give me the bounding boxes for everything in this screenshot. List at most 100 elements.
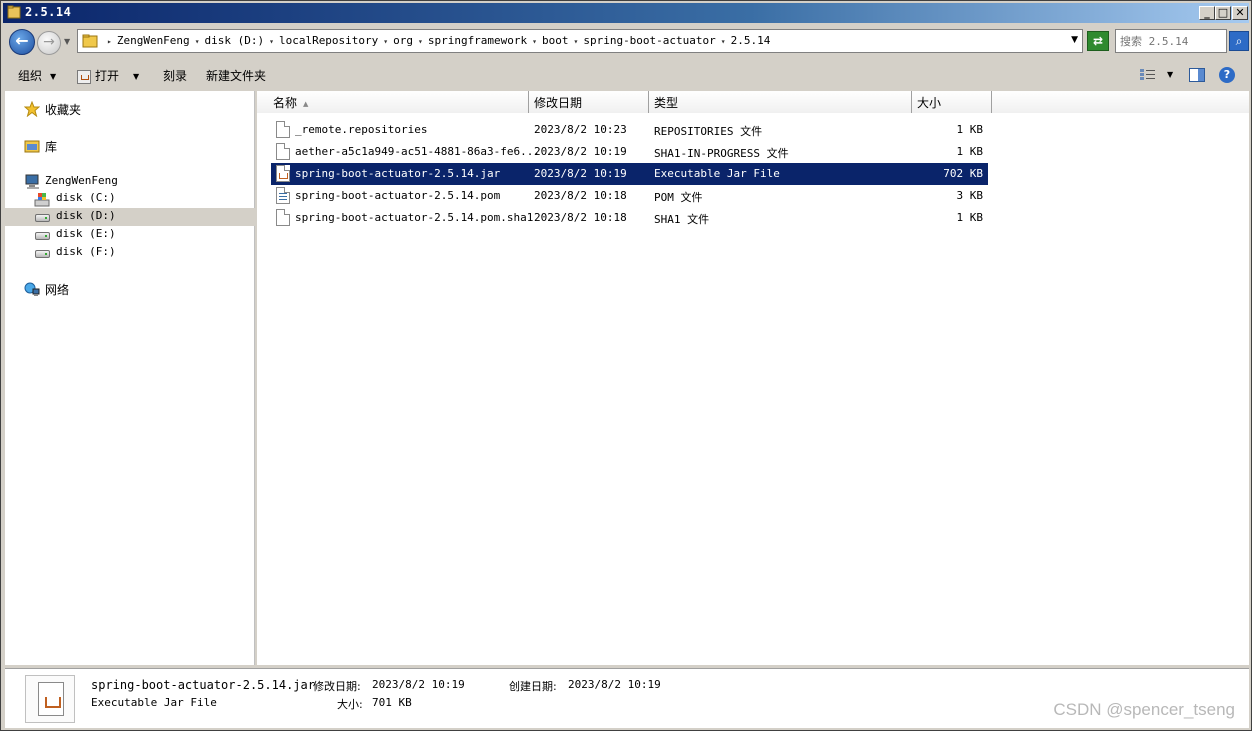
sidebar-item-label: disk (C:) (56, 191, 116, 204)
file-name: spring-boot-actuator-2.5.14.jar (295, 167, 501, 180)
file-modified: 2023/8/2 10:18 (534, 189, 627, 202)
sidebar-item-drive[interactable]: disk (E:) (5, 226, 255, 244)
refresh-button[interactable]: ⇄ (1087, 31, 1109, 51)
file-size: 1 KB (956, 211, 984, 224)
recent-pages-chevron-down-icon[interactable]: ▼ (64, 35, 74, 49)
breadcrumb-chevron-icon[interactable]: ▾ (418, 37, 423, 46)
sidebar-item-favorites[interactable]: 收藏夹 (5, 100, 255, 118)
window-title: 2.5.14 (25, 5, 72, 19)
sidebar-item-label: disk (D:) (56, 209, 116, 222)
details-created-value: 2023/8/2 10:19 (568, 678, 661, 691)
file-modified: 2023/8/2 10:18 (534, 211, 627, 224)
breadcrumb-item[interactable]: org (393, 34, 413, 47)
drive-icon (35, 214, 50, 222)
breadcrumb-chevron-icon[interactable]: ▾ (383, 37, 388, 46)
open-with-chevron-down-icon[interactable]: ▼ (133, 72, 139, 81)
file-type: SHA1 文件 (654, 213, 710, 226)
file-modified: 2023/8/2 10:19 (534, 145, 627, 158)
open-button[interactable]: 打开 ▼ (77, 67, 139, 84)
breadcrumb-chevron-icon[interactable]: ▾ (269, 37, 274, 46)
breadcrumb-chevron-icon[interactable]: ▾ (574, 37, 579, 46)
view-options-icon[interactable] (1139, 68, 1157, 82)
command-bar: 组织 ▼ 打开 ▼ 刻录 新建文件夹 ▼ ? (3, 61, 1249, 89)
maximize-button[interactable]: □ (1215, 6, 1231, 20)
breadcrumb-chevron-icon[interactable]: ▾ (721, 37, 726, 46)
file-list: 名称 ▲ 修改日期 类型 大小 _remote.repositories 2023… (257, 91, 1249, 665)
file-size: 1 KB (956, 123, 984, 136)
close-button[interactable]: ✕ (1232, 6, 1248, 20)
title-bar[interactable]: 2.5.14 _ □ ✕ (3, 3, 1249, 23)
view-chevron-down-icon[interactable]: ▼ (1167, 70, 1173, 79)
breadcrumb-chevron-icon[interactable]: ▾ (195, 37, 200, 46)
sidebar-item-drive[interactable]: disk (C:) (5, 190, 255, 208)
sidebar-item-label: disk (E:) (56, 227, 116, 240)
breadcrumb-chevron-icon[interactable]: ▾ (532, 37, 537, 46)
navigation-pane: 收藏夹 库 ZengWenFeng disk (C:) disk (D:) di… (5, 91, 255, 665)
details-pane: spring-boot-actuator-2.5.14.jar 修改日期: 20… (5, 668, 1249, 728)
search-box[interactable] (1115, 29, 1227, 53)
search-icon[interactable]: ⌕ (1229, 31, 1249, 51)
sidebar-item-drive[interactable]: disk (D:) (5, 208, 255, 226)
breadcrumb-item[interactable]: springframework (428, 34, 527, 47)
column-size[interactable]: 大小 (912, 91, 992, 113)
address-history-chevron-down-icon[interactable]: ▼ (1071, 35, 1078, 45)
details-filename: spring-boot-actuator-2.5.14.jar (91, 678, 315, 692)
file-modified: 2023/8/2 10:23 (534, 123, 627, 136)
column-modified[interactable]: 修改日期 (529, 91, 649, 113)
forward-button[interactable]: → (37, 31, 61, 55)
breadcrumb-item[interactable]: disk (D:) (205, 34, 265, 47)
file-row[interactable]: spring-boot-actuator-2.5.14.pom.sha1 202… (271, 207, 988, 229)
breadcrumb-item[interactable]: localRepository (279, 34, 378, 47)
sidebar-item-network[interactable]: 网络 (5, 280, 255, 298)
file-row[interactable]: _remote.repositories 2023/8/2 10:23 REPO… (271, 119, 988, 141)
column-name-label: 名称 (273, 96, 298, 110)
sidebar-item-drive[interactable]: disk (F:) (5, 244, 255, 262)
sidebar-item-libraries[interactable]: 库 (5, 137, 255, 155)
chevron-down-icon: ▼ (50, 72, 57, 81)
details-size-value: 701 KB (372, 696, 412, 709)
details-created-label: 创建日期: (509, 680, 557, 693)
sort-ascending-icon: ▲ (303, 99, 309, 108)
library-icon (24, 140, 40, 153)
breadcrumb-item[interactable]: spring-boot-actuator (583, 34, 715, 47)
new-folder-button[interactable]: 新建文件夹 (206, 67, 266, 84)
breadcrumb-item[interactable]: ZengWenFeng (117, 34, 190, 47)
file-row[interactable]: spring-boot-actuator-2.5.14.pom 2023/8/2… (271, 185, 988, 207)
address-row: ← → ▼ ▸ ZengWenFeng ▾ disk (D:) ▾ localReposi… (3, 25, 1249, 59)
burn-button[interactable]: 刻录 (163, 67, 187, 84)
organize-button[interactable]: 组织 ▼ (18, 67, 56, 84)
column-type[interactable]: 类型 (649, 91, 912, 113)
pom-file-icon (276, 187, 290, 204)
file-row[interactable]: aether-a5c1a949-ac51-4881-86a3-fe6... 20… (271, 141, 988, 163)
breadcrumb-item[interactable]: boot (542, 34, 569, 47)
file-size: 3 KB (956, 189, 984, 202)
file-name: _remote.repositories (295, 123, 428, 136)
help-icon[interactable]: ? (1219, 67, 1235, 83)
jar-file-icon (77, 69, 91, 84)
sidebar-item-label: 网络 (45, 283, 70, 297)
search-input[interactable] (1120, 33, 1224, 49)
file-size: 702 KB (943, 167, 983, 180)
watermark: CSDN @spencer_tseng (1053, 700, 1235, 719)
breadcrumb-item[interactable]: 2.5.14 (731, 34, 771, 47)
preview-pane-icon[interactable] (1189, 68, 1205, 82)
file-type: Executable Jar File (654, 167, 780, 180)
file-type: REPOSITORIES 文件 (654, 125, 763, 138)
file-icon (276, 121, 290, 138)
minimize-button[interactable]: _ (1199, 6, 1215, 20)
file-icon (276, 209, 290, 226)
star-icon (24, 101, 40, 117)
file-name: spring-boot-actuator-2.5.14.pom.sha1 (295, 211, 534, 224)
file-type: SHA1-IN-PROGRESS 文件 (654, 147, 789, 160)
file-row[interactable]: spring-boot-actuator-2.5.14.jar 2023/8/2… (271, 163, 988, 185)
column-name[interactable]: 名称 ▲ (257, 91, 529, 113)
file-name: spring-boot-actuator-2.5.14.pom (295, 189, 501, 202)
sidebar-item-label: 库 (45, 140, 58, 154)
sidebar-item-computer[interactable]: ZengWenFeng (5, 173, 255, 191)
address-bar[interactable]: ▸ ZengWenFeng ▾ disk (D:) ▾ localRepository ▾ o… (77, 29, 1083, 53)
details-size-label: 大小: (337, 698, 363, 711)
breadcrumb-chevron-icon[interactable]: ▸ (107, 37, 112, 46)
back-button[interactable]: ← (9, 29, 35, 55)
file-size: 1 KB (956, 145, 984, 158)
details-modified-label: 修改日期: (313, 680, 361, 693)
